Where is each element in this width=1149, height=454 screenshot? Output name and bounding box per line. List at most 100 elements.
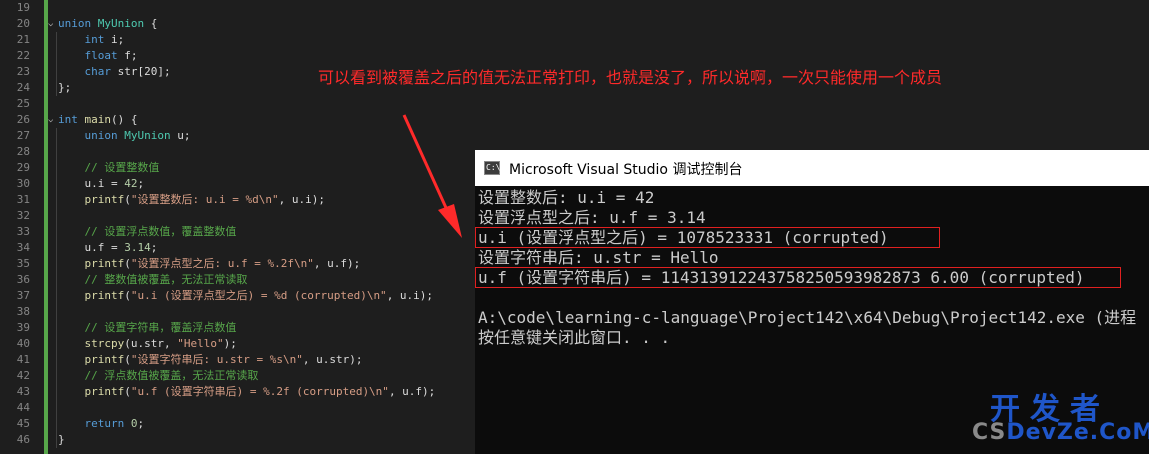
code-token: char	[84, 65, 112, 78]
fold-toggle-icon[interactable]: ⌵	[48, 112, 56, 128]
code-token: 42	[124, 177, 138, 190]
code-token: str[20];	[111, 65, 171, 78]
code-token: 0	[130, 417, 138, 430]
code-line[interactable]: // 设置浮点数值，覆盖整数值	[58, 224, 237, 240]
code-token: printf	[84, 289, 125, 302]
change-indicator-bar	[44, 0, 48, 454]
line-number: 31	[16, 193, 30, 206]
code-token: printf	[84, 257, 125, 270]
code-line[interactable]: char str[20];	[58, 64, 171, 80]
code-token: union	[58, 17, 92, 30]
code-token: ;	[137, 177, 145, 190]
line-number: 19	[16, 1, 30, 14]
code-token: (	[124, 257, 131, 270]
code-line[interactable]: u.f = 3.14;	[58, 240, 157, 256]
code-token: (	[124, 353, 131, 366]
code-line[interactable]: printf("设置浮点型之后: u.f = %.2f\n", u.f);	[58, 256, 361, 272]
line-number: 46	[16, 433, 30, 446]
highlight-box	[475, 227, 940, 248]
line-number: 40	[16, 337, 30, 350]
console-output-line: 设置字符串后: u.str = Hello	[478, 248, 719, 267]
code-line[interactable]: printf("设置字符串后: u.str = %s\n", u.str);	[58, 352, 363, 368]
line-number: 30	[16, 177, 30, 190]
code-line[interactable]: };	[58, 80, 71, 96]
code-line[interactable]: union MyUnion u;	[58, 128, 191, 144]
line-number: 33	[16, 225, 30, 238]
code-line[interactable]: printf("设置整数后: u.i = %d\n", u.i);	[58, 192, 325, 208]
code-token: MyUnion	[97, 17, 145, 30]
line-number: 42	[16, 369, 30, 382]
line-number: 22	[16, 49, 30, 62]
code-line[interactable]: // 整数值被覆盖，无法正常读取	[58, 272, 248, 288]
console-output-line: 按任意键关闭此窗口. . .	[478, 328, 671, 347]
code-token: (	[124, 385, 131, 398]
code-token: , u.i);	[278, 193, 325, 206]
code-token: strcpy	[84, 337, 125, 350]
fold-toggle-icon[interactable]: ⌵	[48, 16, 56, 32]
code-token: };	[58, 81, 72, 94]
indent-guide	[56, 32, 57, 96]
code-token: printf	[84, 353, 125, 366]
code-line[interactable]: // 设置整数值	[58, 160, 160, 176]
annotation-text: 可以看到被覆盖之后的值无法正常打印，也就是没了，所以说啊，一次只能使用一个成员	[318, 68, 943, 87]
code-token: return	[84, 417, 125, 430]
line-number: 37	[16, 289, 30, 302]
code-token: "u.i (设置浮点型之后) = %d (corrupted)\n"	[130, 289, 387, 302]
code-token: "u.f (设置字符串后) = %.2f (corrupted)\n"	[130, 385, 389, 398]
code-token: // 设置字符串，覆盖浮点数值	[84, 321, 237, 334]
code-token: "设置整数后: u.i = %d\n"	[130, 193, 279, 206]
code-token: printf	[84, 193, 125, 206]
code-token: (	[124, 193, 131, 206]
code-token: // 整数值被覆盖，无法正常读取	[84, 273, 248, 286]
code-line[interactable]: printf("u.f (设置字符串后) = %.2f (corrupted)\…	[58, 384, 436, 400]
code-line[interactable]: int main() {	[58, 112, 138, 128]
code-line[interactable]: printf("u.i (设置浮点型之后) = %d (corrupted)\n…	[58, 288, 434, 304]
code-line[interactable]: union MyUnion {	[58, 16, 157, 32]
indent-guide	[56, 128, 57, 448]
code-token: , u.f);	[388, 385, 436, 398]
line-number: 45	[16, 417, 30, 430]
console-output-line: A:\code\learning-c-language\Project142\x…	[478, 308, 1137, 327]
code-token: () {	[111, 113, 138, 126]
code-token: }	[58, 433, 65, 446]
line-number: 20	[16, 17, 30, 30]
console-output-line: 设置整数后: u.i = 42	[478, 188, 655, 207]
code-line[interactable]: int i;	[58, 32, 125, 48]
code-token: u;	[170, 129, 191, 142]
code-line[interactable]: return 0;	[58, 416, 145, 432]
code-token: int	[84, 33, 105, 46]
line-number: 23	[16, 65, 30, 78]
console-titlebar[interactable]: C:\ Microsoft Visual Studio 调试控制台	[475, 150, 1149, 186]
line-number: 39	[16, 321, 30, 334]
console-output-line: 设置浮点型之后: u.f = 3.14	[478, 208, 706, 227]
code-token: ;	[137, 417, 145, 430]
code-line[interactable]: // 设置字符串，覆盖浮点数值	[58, 320, 237, 336]
code-token: "设置浮点型之后: u.f = %.2f\n"	[130, 257, 314, 270]
code-line[interactable]: float f;	[58, 48, 138, 64]
code-token: "Hello"	[177, 337, 224, 350]
code-token: , u.str);	[302, 353, 363, 366]
code-token: {	[144, 17, 158, 30]
line-number: 32	[16, 209, 30, 222]
code-line[interactable]: }	[58, 432, 65, 448]
code-line[interactable]: strcpy(u.str, "Hello");	[58, 336, 237, 352]
code-line[interactable]: u.i = 42;	[58, 176, 144, 192]
code-token: printf	[84, 385, 125, 398]
code-line[interactable]: // 浮点数值被覆盖，无法正常读取	[58, 368, 259, 384]
line-number: 34	[16, 241, 30, 254]
code-token: i;	[104, 33, 125, 46]
code-token: , u.i);	[386, 289, 434, 302]
line-number: 41	[16, 353, 30, 366]
